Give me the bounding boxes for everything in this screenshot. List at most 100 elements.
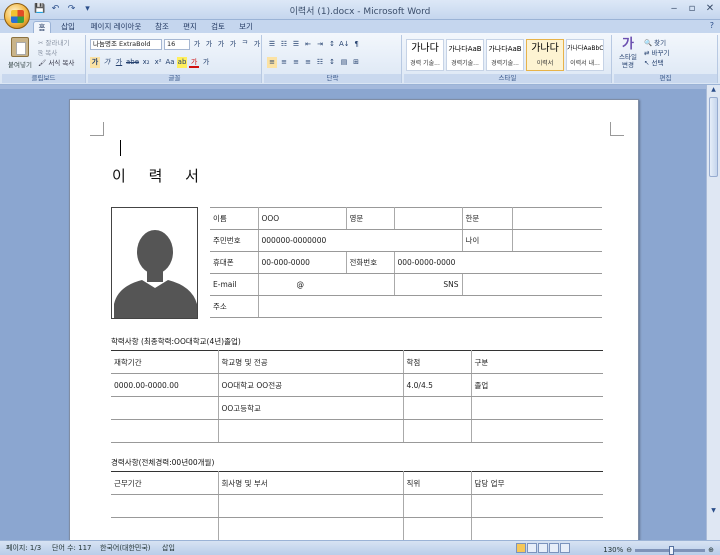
style-item[interactable]: 가나다AaB 경력기술... [486, 39, 524, 71]
strikethrough-button[interactable]: abe [126, 57, 139, 68]
address-value[interactable] [258, 295, 602, 318]
multilevel-list-button[interactable]: ☰ [291, 39, 301, 50]
page-count[interactable]: 페이지: 1/3 [6, 541, 41, 555]
cut-button[interactable]: ✂ 잘라내기 [38, 38, 74, 48]
font-color-button[interactable]: 가 [189, 57, 200, 68]
align-center-button[interactable]: ≡ [279, 57, 289, 68]
replace-button[interactable]: ⇄ 바꾸기 [644, 48, 669, 58]
edu-cell[interactable]: OO대학교 OO전공 [218, 373, 404, 397]
paste-button[interactable]: 붙여넣기 [8, 36, 32, 72]
underline-button[interactable]: 가 [114, 57, 124, 68]
edu-cell[interactable]: 졸업 [471, 373, 603, 397]
maximize-button[interactable]: ▫ [686, 3, 698, 15]
edu-cell[interactable] [403, 396, 472, 420]
shading-button[interactable]: ▤ [339, 57, 349, 68]
edu-cell[interactable]: OO고등학교 [218, 396, 404, 420]
style-item[interactable]: 가나다AaBbC 이력서 내... [566, 39, 604, 71]
edu-cell[interactable] [471, 396, 603, 420]
decrease-indent-button[interactable]: ⇤ [303, 39, 313, 50]
insert-mode[interactable]: 삽입 [162, 541, 175, 555]
close-button[interactable]: ✕ [704, 3, 716, 15]
font-name-select[interactable]: 나눔명조 ExtraBold [90, 39, 162, 50]
print-layout-icon[interactable] [516, 543, 526, 553]
career-cell[interactable] [403, 494, 472, 518]
outline-icon[interactable] [549, 543, 559, 553]
copy-button[interactable]: ⎘ 복사 [38, 48, 74, 58]
full-screen-icon[interactable] [527, 543, 537, 553]
line-spacing-button[interactable]: ↕ [327, 39, 337, 50]
change-case-button[interactable]: Aa [165, 57, 175, 68]
justify-button[interactable]: ≡ [303, 57, 313, 68]
age-value[interactable] [512, 229, 602, 252]
draft-icon[interactable] [560, 543, 570, 553]
tab-view[interactable]: 보기 [236, 21, 256, 33]
language-indicator[interactable]: 한국어(대한민국) [100, 541, 151, 555]
id-number-value[interactable]: 000000-0000000 [258, 229, 463, 252]
show-marks-button[interactable]: ¶ [352, 39, 362, 50]
sort-button[interactable]: A↓ [339, 39, 350, 50]
grow-font-button[interactable]: 가 [192, 39, 202, 50]
borders-button[interactable]: ⊞ [351, 57, 361, 68]
char-border-button[interactable]: 가 [252, 39, 262, 50]
vertical-scrollbar[interactable]: ▲ ▼ [706, 85, 720, 540]
bold-button[interactable]: 가 [90, 57, 100, 68]
style-item-selected[interactable]: 가나다 이력서 [526, 39, 564, 71]
find-button[interactable]: 🔍 찾기 [644, 38, 669, 48]
italic-button[interactable]: 가 [102, 57, 112, 68]
style-item[interactable]: 가나다 경력 기술... [406, 39, 444, 71]
mobile-value[interactable]: 00-000-0000 [258, 251, 347, 274]
edu-cell[interactable] [111, 396, 219, 420]
change-styles-button[interactable]: 가 스타일 변경 [616, 37, 640, 69]
email-value[interactable]: @ [258, 273, 395, 296]
career-cell[interactable] [218, 494, 404, 518]
tab-home[interactable]: 홈 [33, 21, 51, 33]
zoom-out-icon[interactable]: ⊖ [626, 543, 632, 555]
zoom-slider-knob[interactable] [668, 545, 674, 555]
format-painter-button[interactable]: 🖌 서식 복사 [38, 58, 74, 68]
hanja-name-value[interactable] [512, 207, 602, 230]
career-cell[interactable] [218, 517, 404, 541]
hanja-button[interactable]: ᄏ [240, 39, 250, 50]
word-count[interactable]: 단어 수: 117 [52, 541, 92, 555]
name-value[interactable]: OOO [258, 207, 347, 230]
career-cell[interactable] [111, 494, 219, 518]
career-cell[interactable] [111, 517, 219, 541]
phone-value[interactable]: 000-0000-0000 [394, 251, 602, 274]
tab-mailings[interactable]: 편지 [180, 21, 200, 33]
highlight-button[interactable]: ab [177, 57, 188, 68]
clear-format-button[interactable]: 가 [216, 39, 226, 50]
edu-cell[interactable] [111, 419, 219, 443]
career-cell[interactable] [471, 517, 603, 541]
zoom-slider[interactable] [635, 545, 706, 555]
tab-page-layout[interactable]: 페이지 레이아웃 [86, 21, 146, 33]
shrink-font-button[interactable]: 가 [204, 39, 214, 50]
bullets-button[interactable]: ☰ [267, 39, 277, 50]
style-item[interactable]: 가나다AaB 경력기술... [446, 39, 484, 71]
scroll-down-icon[interactable]: ▼ [707, 506, 720, 516]
char-shading-button[interactable]: 가 [201, 57, 211, 68]
office-button[interactable] [4, 3, 30, 29]
help-icon[interactable]: ? [710, 21, 714, 30]
document-page[interactable]: 이 력 서 이름 OOO 영문 한문 주민번호 000000-0000000 나… [69, 99, 639, 555]
tab-references[interactable]: 참조 [152, 21, 172, 33]
zoom-in-icon[interactable]: ⊕ [708, 543, 714, 555]
edu-cell[interactable] [471, 419, 603, 443]
align-left-button[interactable]: ≡ [267, 57, 277, 68]
select-button[interactable]: ↖ 선택 [644, 58, 669, 68]
scroll-up-icon[interactable]: ▲ [707, 85, 720, 95]
career-cell[interactable] [471, 494, 603, 518]
edu-cell[interactable]: 4.0/4.5 [403, 373, 472, 397]
zoom-level[interactable]: 130% [603, 543, 623, 555]
font-size-select[interactable]: 16 [164, 39, 190, 50]
career-cell[interactable] [403, 517, 472, 541]
edu-cell[interactable] [218, 419, 404, 443]
spacing-button[interactable]: ↕ [327, 57, 337, 68]
english-name-value[interactable] [394, 207, 463, 230]
phonetic-button[interactable]: 가 [228, 39, 238, 50]
edu-cell[interactable] [403, 419, 472, 443]
distribute-button[interactable]: ☷ [315, 57, 325, 68]
minimize-button[interactable]: ‒ [668, 3, 680, 15]
superscript-button[interactable]: x² [153, 57, 163, 68]
web-layout-icon[interactable] [538, 543, 548, 553]
increase-indent-button[interactable]: ⇥ [315, 39, 325, 50]
